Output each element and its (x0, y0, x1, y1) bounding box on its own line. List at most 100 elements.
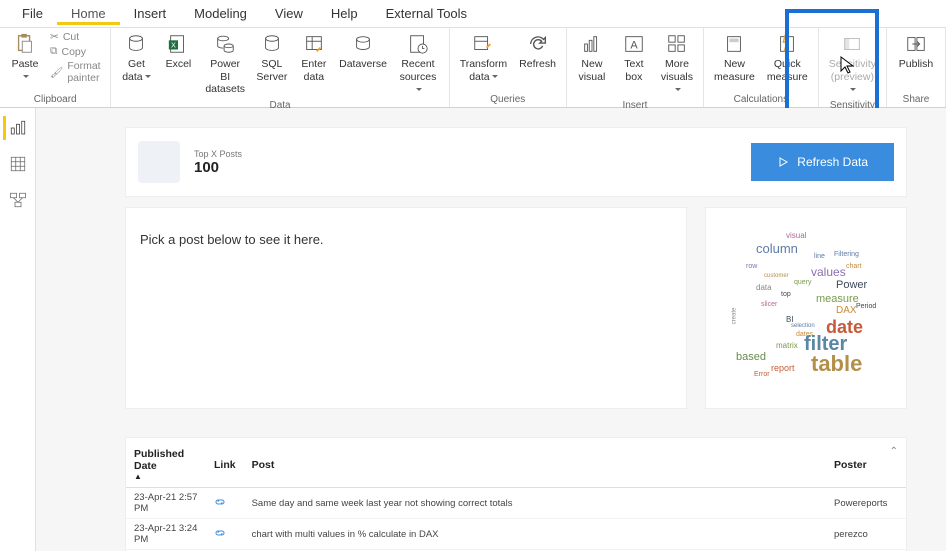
wordcloud-word[interactable]: Period (856, 303, 876, 310)
wordcloud-word[interactable]: DAX (836, 305, 857, 316)
dataverse-icon (351, 32, 375, 56)
new-visual-button[interactable]: Newvisual (571, 30, 613, 85)
paste-button[interactable]: Paste (4, 30, 46, 85)
refresh-icon (526, 32, 550, 56)
menu-modeling[interactable]: Modeling (180, 2, 261, 25)
queries-group-label: Queries (454, 92, 562, 107)
quick-measure-icon (775, 32, 799, 56)
wordcloud-word[interactable]: create (731, 308, 737, 325)
wordcloud-word[interactable]: values (811, 265, 846, 279)
wordcloud-word[interactable]: based (736, 351, 766, 363)
text-box-icon: A (622, 32, 646, 56)
posts-table-visual[interactable]: ⌃ Published Date▲ Link Post Poster 23-Ap… (126, 438, 906, 551)
wordcloud-word[interactable]: Power (836, 279, 867, 291)
header-icon-placeholder (138, 141, 180, 183)
post-preview-card: Pick a post below to see it here. (126, 208, 686, 408)
new-measure-icon (722, 32, 746, 56)
new-visual-icon (580, 32, 604, 56)
ribbon-group-queries: Transformdata Refresh Queries (450, 28, 567, 107)
wordcloud-word[interactable]: slicer (761, 301, 777, 308)
menu-external-tools[interactable]: External Tools (372, 2, 481, 25)
wordcloud-word[interactable]: selection (791, 323, 815, 329)
ribbon-group-calculations: Newmeasure Quickmeasure Calculations (704, 28, 819, 107)
cell-post: chart with multi values in % calculate i… (244, 519, 826, 550)
text-box-button[interactable]: A Textbox (613, 30, 655, 85)
menu-bar: File Home Insert Modeling View Help Exte… (0, 0, 946, 28)
cell-published: 23-Apr-21 2:57 PM (126, 488, 206, 519)
col-post[interactable]: Post (244, 442, 826, 488)
sensitivity-icon (840, 32, 864, 56)
menu-view[interactable]: View (261, 2, 317, 25)
wordcloud-word[interactable]: line (814, 253, 825, 260)
view-rail (0, 108, 36, 551)
paste-label: Paste (12, 58, 39, 71)
sql-server-button[interactable]: SQLServer (251, 30, 293, 85)
svg-text:A: A (630, 40, 638, 52)
col-published[interactable]: Published Date▲ (126, 442, 206, 488)
wordcloud-word[interactable]: customer (764, 273, 789, 279)
more-visuals-button[interactable]: Morevisuals (655, 30, 699, 98)
cut-button[interactable]: ✂Cut (50, 30, 102, 44)
scroll-up-icon[interactable]: ⌃ (890, 446, 898, 457)
refresh-data-button[interactable]: Refresh Data (751, 143, 894, 181)
sql-server-icon (260, 32, 284, 56)
wordcloud-word[interactable]: query (794, 279, 812, 286)
transform-data-button[interactable]: Transformdata (454, 30, 513, 85)
new-measure-button[interactable]: Newmeasure (708, 30, 761, 85)
enter-data-icon (302, 32, 326, 56)
menu-home[interactable]: Home (57, 2, 120, 25)
clipboard-group-label: Clipboard (4, 92, 106, 107)
cell-link[interactable] (206, 488, 244, 519)
cell-published: 23-Apr-21 3:24 PM (126, 519, 206, 550)
ribbon-group-share: Publish Share (887, 28, 946, 107)
menu-insert[interactable]: Insert (120, 2, 181, 25)
refresh-button[interactable]: Refresh (513, 30, 562, 73)
header-value: 100 (194, 159, 242, 176)
play-icon (777, 156, 789, 168)
table-row[interactable]: 23-Apr-21 3:24 PM chart with multi values… (126, 519, 906, 550)
wordcloud-word[interactable]: dates (796, 331, 813, 338)
report-canvas[interactable]: Top X Posts 100 Refresh Data Pick a post… (36, 108, 946, 551)
paste-icon (13, 32, 37, 56)
wordcloud-visual[interactable]: columnvaluesPowermeasureDAXdatefiltertab… (706, 208, 906, 408)
report-view-button[interactable] (3, 116, 27, 140)
header-card: Top X Posts 100 Refresh Data (126, 128, 906, 196)
wordcloud-word[interactable]: row (746, 263, 757, 270)
wordcloud-word[interactable]: table (811, 351, 862, 377)
recent-sources-button[interactable]: Recentsources (391, 30, 444, 98)
wordcloud-word[interactable]: report (771, 363, 795, 373)
wordcloud-word[interactable]: chart (846, 263, 862, 270)
data-view-button[interactable] (6, 152, 30, 176)
enter-data-button[interactable]: Enterdata (293, 30, 335, 85)
model-view-button[interactable] (6, 188, 30, 212)
calculations-group-label: Calculations (708, 92, 814, 107)
wordcloud-word[interactable]: visual (786, 231, 806, 240)
wordcloud-word[interactable]: column (756, 241, 798, 256)
format-painter-button[interactable]: 🖌Format painter (50, 59, 102, 85)
wordcloud-word[interactable]: measure (816, 293, 859, 305)
get-data-button[interactable]: Getdata (115, 30, 157, 85)
menu-file[interactable]: File (8, 2, 57, 25)
cell-post: Same day and same week last year not sho… (244, 488, 826, 519)
dataverse-button[interactable]: Dataverse (335, 30, 391, 73)
quick-measure-button[interactable]: Quickmeasure (761, 30, 814, 85)
col-link[interactable]: Link (206, 442, 244, 488)
copy-button[interactable]: ⧉Copy (50, 44, 102, 59)
cursor-icon (840, 56, 854, 77)
wordcloud-word[interactable]: Filtering (834, 251, 859, 258)
pbi-datasets-button[interactable]: Power BIdatasets (199, 30, 250, 98)
wordcloud-word[interactable]: top (781, 291, 791, 298)
publish-button[interactable]: Publish (891, 30, 941, 73)
wordcloud-word[interactable]: Error (754, 371, 770, 378)
ribbon-group-clipboard: Paste ✂Cut ⧉Copy 🖌Format painter Clipboa… (0, 28, 111, 107)
table-row[interactable]: 23-Apr-21 2:57 PM Same day and same week … (126, 488, 906, 519)
wordcloud-word[interactable]: matrix (776, 341, 798, 350)
wordcloud-word[interactable]: data (756, 283, 772, 292)
ribbon: Paste ✂Cut ⧉Copy 🖌Format painter Clipboa… (0, 28, 946, 108)
cell-link[interactable] (206, 519, 244, 550)
transform-data-icon (471, 32, 495, 56)
ribbon-group-insert: Newvisual A Textbox Morevisuals Insert (567, 28, 704, 107)
excel-button[interactable]: X Excel (157, 30, 199, 73)
pbi-datasets-icon (213, 32, 237, 56)
menu-help[interactable]: Help (317, 2, 372, 25)
